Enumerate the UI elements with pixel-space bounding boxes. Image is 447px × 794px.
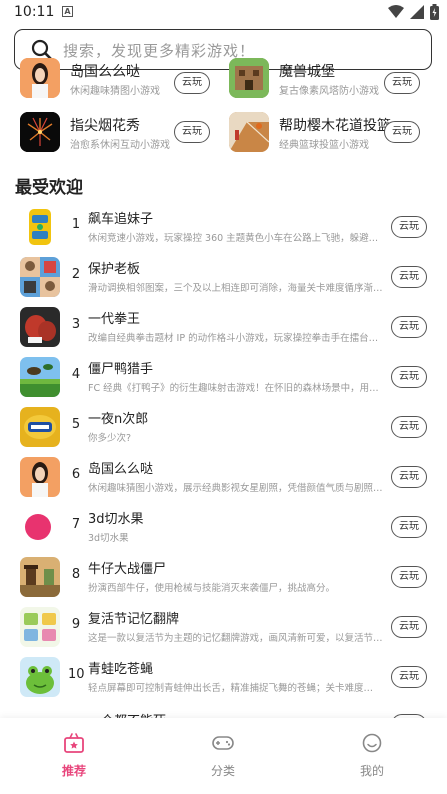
grid-title: 帮助樱木花道投篮 <box>279 118 391 134</box>
castle-game-icon <box>229 58 269 98</box>
game-title: 3d切水果 <box>88 512 144 527</box>
game-description: 扮演西部牛仔，使用枪械与技能消灭来袭僵尸，挑战高分。 <box>88 583 336 594</box>
tab-recommend[interactable]: 推荐 <box>34 732 114 779</box>
gamepad-icon <box>212 736 234 750</box>
tab-label: 分类 <box>210 764 235 778</box>
list-item[interactable]: 3 一代拳王 改编自经典拳击题材 IP 的动作格斗小游戏，玩家操控拳击手在擂台…… <box>0 304 447 354</box>
game-title: 保护老板 <box>88 262 141 277</box>
list-item[interactable]: 10 青蛙吃苍蝇 轻点屏幕即可控制青蛙伸出长舌，精准捕捉飞舞的苍蝇；关卡难度… … <box>0 654 447 704</box>
game-title: 岛国么么哒 <box>88 462 154 477</box>
fireworks-icon <box>20 112 60 152</box>
list-item[interactable]: 9 复活节记忆翻牌 这是一款以复活节为主题的记忆翻牌游戏，画风清新可爱，以复活节… <box>0 604 447 654</box>
game-description: 你多少次? <box>88 433 132 444</box>
status-icons <box>388 4 439 20</box>
battery-icon <box>430 4 439 20</box>
cloud-play-button[interactable]: 云玩 <box>391 266 427 288</box>
status-bar: 10:11 A <box>0 0 447 24</box>
tab-category[interactable]: 分类 <box>183 732 263 779</box>
section-title: 最受欢迎 <box>15 178 83 198</box>
wifi-icon <box>388 5 404 18</box>
signal-icon <box>410 5 424 19</box>
game-title: 一夜n次郎 <box>88 412 149 427</box>
grid-subtitle: 休闲趣味猜图小游戏 <box>70 86 160 97</box>
cloud-play-button[interactable]: 云玩 <box>384 121 420 143</box>
smile-user-icon <box>362 733 382 753</box>
cloud-play-button[interactable]: 云玩 <box>391 216 427 238</box>
cloud-play-button[interactable]: 云玩 <box>391 566 427 588</box>
cloud-play-button[interactable]: 云玩 <box>391 416 427 438</box>
game-description: 休闲趣味猜图小游戏，展示经典影视女星剧照，凭借颜值气质与剧照… <box>88 483 383 494</box>
grid-title: 魔兽城堡 <box>279 64 335 80</box>
game-description: 3d切水果 <box>88 533 129 544</box>
rank-number: 8 <box>71 567 81 582</box>
bottom-navigation: 推荐 分类 我的 <box>0 718 447 794</box>
grid-title: 指尖烟花秀 <box>70 118 140 134</box>
tab-label: 我的 <box>359 764 384 778</box>
grid-title: 岛国么么哒 <box>70 64 140 80</box>
game-title: 飙车追妹子 <box>88 212 154 227</box>
game-description: 休闲竞速小游戏，玩家操控 360 主题黄色小车在公路上飞驰，躲避… <box>88 233 379 244</box>
game-title: 青蛙吃苍蝇 <box>88 662 154 677</box>
notification-icon: A <box>62 6 73 17</box>
girl-portrait-icon <box>20 457 60 497</box>
rank-number: 3 <box>71 317 81 332</box>
game-description: FC 经典《打鸭子》的衍生趣味射击游戏！在怀旧的森林场景中，用… <box>88 383 379 394</box>
game-title: 牛仔大战僵尸 <box>88 562 167 577</box>
pink-ball-icon <box>20 507 60 547</box>
condom-box-icon <box>20 407 60 447</box>
yellow-car-icon <box>20 207 60 247</box>
rank-number: 2 <box>71 267 81 282</box>
status-time: 10:11 <box>14 4 55 20</box>
game-description: 轻点屏幕即可控制青蛙伸出长舌，精准捕捉飞舞的苍蝇；关卡难度… <box>88 683 374 694</box>
list-item[interactable]: 2 保护老板 滑动调换相邻图案，三个及以上相连即可消除，海量关卡难度循序渐… 云… <box>0 254 447 304</box>
grid-subtitle: 经典篮球投篮小游戏 <box>279 140 369 151</box>
cloud-play-button[interactable]: 云玩 <box>391 316 427 338</box>
list-item[interactable]: 5 一夜n次郎 你多少次? 云玩 <box>0 404 447 454</box>
cloud-play-button[interactable]: 云玩 <box>391 366 427 388</box>
boss-match-icon <box>20 257 60 297</box>
cloud-play-button[interactable]: 云玩 <box>384 72 420 94</box>
duck-hunt-icon <box>20 357 60 397</box>
game-description: 改编自经典拳击题材 IP 的动作格斗小游戏，玩家操控拳击手在擂台… <box>88 333 379 344</box>
list-item[interactable]: 4 僵尸鸭猎手 FC 经典《打鸭子》的衍生趣味射击游戏！在怀旧的森林场景中，用…… <box>0 354 447 404</box>
cloud-play-button[interactable]: 云玩 <box>174 121 210 143</box>
game-description: 滑动调换相邻图案，三个及以上相连即可消除，海量关卡难度循序渐… <box>88 283 383 294</box>
cloud-play-button[interactable]: 云玩 <box>391 616 427 638</box>
rank-number: 10 <box>68 667 85 682</box>
memory-card-icon <box>20 607 60 647</box>
grid-subtitle: 治愈系休闲互动小游戏 <box>70 140 170 151</box>
game-description: 这是一款以复活节为主题的记忆翻牌游戏，画风清新可爱，以复活节… <box>88 633 383 644</box>
game-title: 一代拳王 <box>88 312 141 327</box>
cloud-play-button[interactable]: 云玩 <box>391 516 427 538</box>
tab-label: 推荐 <box>61 764 86 778</box>
girl-portrait-icon <box>20 58 60 98</box>
list-item[interactable]: 6 岛国么么哒 休闲趣味猜图小游戏，展示经典影视女星剧照，凭借颜值气质与剧照… … <box>0 454 447 504</box>
cloud-play-button[interactable]: 云玩 <box>391 466 427 488</box>
game-title: 复活节记忆翻牌 <box>88 612 180 627</box>
cloud-play-button[interactable]: 云玩 <box>391 666 427 688</box>
rank-number: 9 <box>71 617 81 632</box>
list-item[interactable]: 1 飙车追妹子 休闲竞速小游戏，玩家操控 360 主题黄色小车在公路上飞驰，躲避… <box>0 204 447 254</box>
list-item[interactable]: 7 3d切水果 3d切水果 云玩 <box>0 504 447 554</box>
list-item[interactable]: 8 牛仔大战僵尸 扮演西部牛仔，使用枪械与技能消灭来袭僵尸，挑战高分。 云玩 <box>0 554 447 604</box>
basketball-court-icon <box>229 112 269 152</box>
cowboy-zombie-icon <box>20 557 60 597</box>
frog-icon <box>20 657 60 697</box>
grid-subtitle: 复古像素风塔防小游戏 <box>279 86 379 97</box>
boxing-glove-icon <box>20 307 60 347</box>
game-title: 僵尸鸭猎手 <box>88 362 154 377</box>
rank-number: 4 <box>71 367 81 382</box>
rank-number: 7 <box>71 517 81 532</box>
cloud-play-button[interactable]: 云玩 <box>174 72 210 94</box>
recommend-icon <box>64 733 84 753</box>
tab-mine[interactable]: 我的 <box>332 732 412 779</box>
rank-number: 6 <box>71 467 81 482</box>
rank-number: 1 <box>71 217 81 232</box>
rank-number: 5 <box>71 417 81 432</box>
